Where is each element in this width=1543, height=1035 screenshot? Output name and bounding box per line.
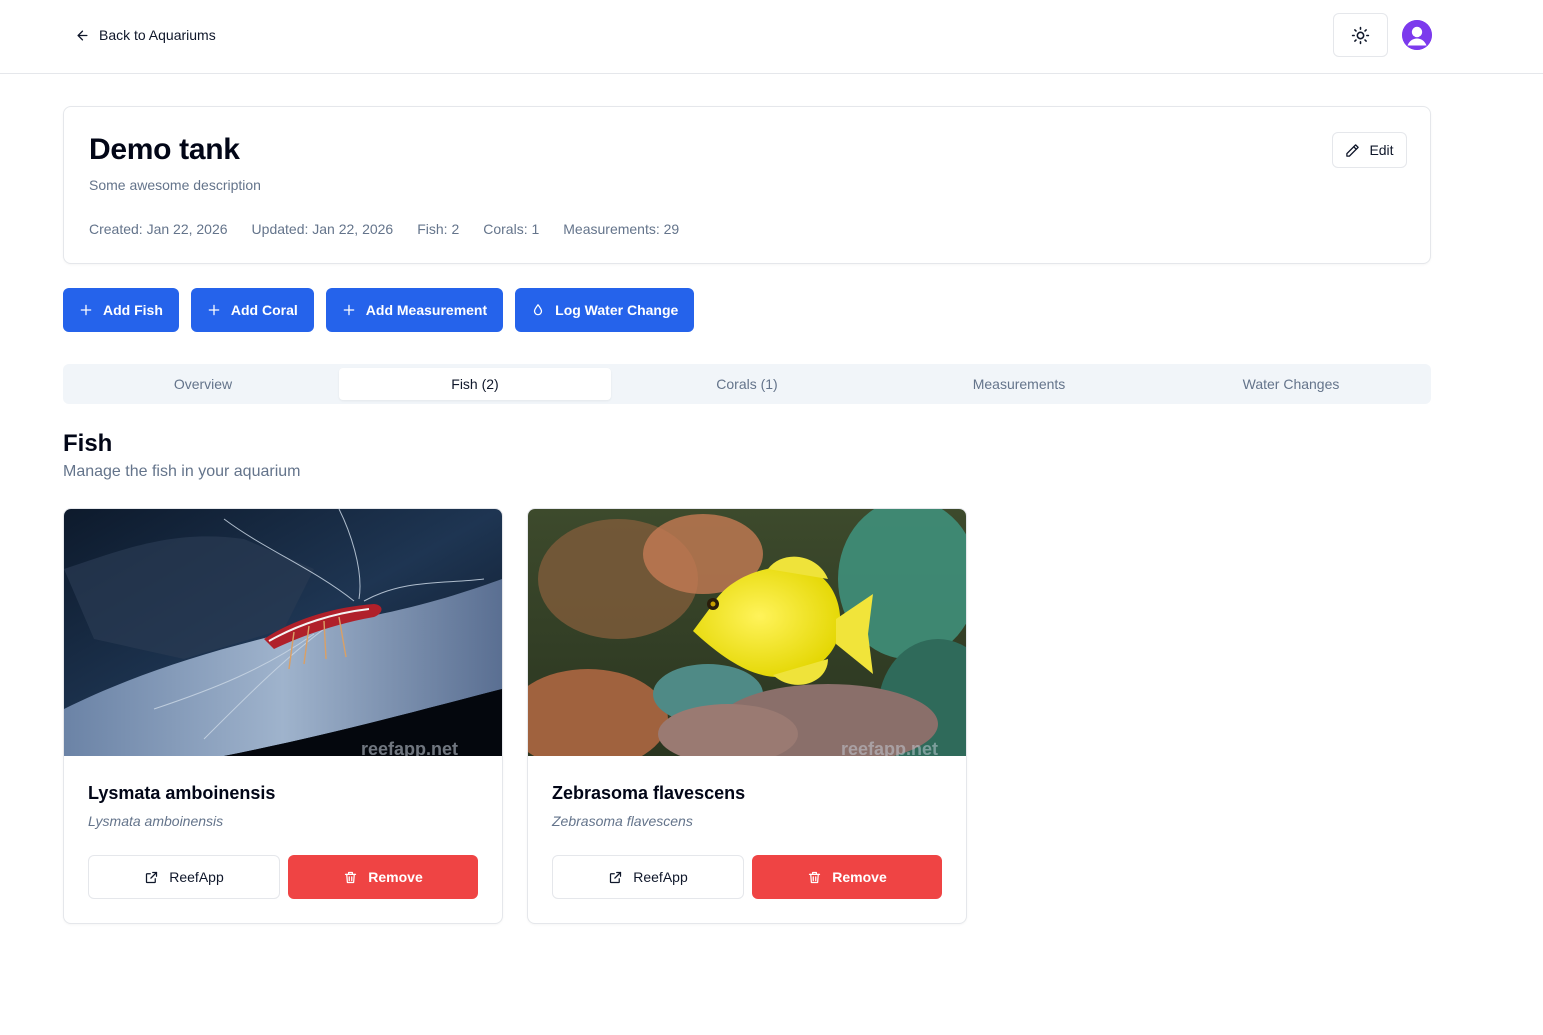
tank-info-card: Demo tank Some awesome description Creat… [63, 106, 1431, 264]
tab-list: Overview Fish (2) Corals (1) Measurement… [63, 364, 1431, 404]
add-coral-label: Add Coral [230, 302, 298, 318]
reefapp-link-button[interactable]: ReefApp [552, 855, 744, 899]
fish-photo: reefapp.net [528, 509, 966, 756]
external-link-icon [610, 871, 622, 883]
created-date: Created: Jan 22, 2026 [89, 221, 228, 237]
remove-fish-button[interactable]: Remove [288, 855, 478, 899]
add-coral-button[interactable]: Add Coral [190, 288, 314, 332]
back-to-aquariums-link[interactable]: Back to Aquariums [75, 24, 216, 46]
droplet-icon [533, 304, 543, 316]
coral-count: Corals: 1 [483, 221, 540, 237]
external-link-icon [146, 871, 158, 883]
user-avatar[interactable] [1402, 20, 1432, 50]
top-bar: Back to Aquariums [0, 0, 1543, 74]
fish-name: Lysmata amboinensis [88, 783, 276, 803]
log-water-change-button[interactable]: Log Water Change [515, 288, 695, 332]
edit-button-label: Edit [1369, 142, 1394, 158]
section-title: Fish [63, 430, 113, 457]
sun-icon [1351, 26, 1370, 44]
fish-card: reefapp.net Lysmata amboinensis Lysmata … [63, 508, 503, 924]
tab-overview[interactable]: Overview [67, 368, 339, 400]
reefapp-label: ReefApp [633, 869, 688, 885]
fish-name: Zebrasoma flavescens [552, 783, 746, 803]
theme-toggle-button[interactable] [1333, 13, 1388, 57]
back-link-label: Back to Aquariums [99, 27, 216, 43]
plus-icon [343, 304, 355, 316]
log-water-change-label: Log Water Change [555, 302, 679, 318]
edit-button[interactable]: Edit [1332, 132, 1407, 168]
trash-icon [809, 871, 821, 883]
fish-photo: reefapp.net [64, 509, 502, 756]
plus-icon [80, 304, 92, 316]
remove-label: Remove [832, 869, 887, 885]
section-subtitle: Manage the fish in your aquarium [63, 463, 301, 480]
photo-watermark: reefapp.net [841, 739, 938, 756]
tank-description: Some awesome description [89, 177, 261, 193]
fish-count: Fish: 2 [417, 221, 460, 237]
pencil-icon [1346, 143, 1360, 157]
page-title: Demo tank [89, 133, 240, 166]
photo-watermark: reefapp.net [361, 739, 458, 756]
tab-water-changes[interactable]: Water Changes [1155, 368, 1427, 400]
add-fish-button[interactable]: Add Fish [63, 288, 179, 332]
fish-card: reefapp.net Zebrasoma flavescens Zebraso… [527, 508, 967, 924]
add-fish-label: Add Fish [103, 302, 163, 318]
add-measurement-button[interactable]: Add Measurement [325, 288, 504, 332]
trash-icon [345, 871, 357, 883]
action-bar: Add Fish Add Coral Add Measurement Log W… [63, 288, 695, 332]
remove-fish-button[interactable]: Remove [752, 855, 942, 899]
tab-corals[interactable]: Corals (1) [611, 368, 883, 400]
fish-scientific-name: Zebrasoma flavescens [552, 813, 693, 829]
reefapp-label: ReefApp [169, 869, 224, 885]
arrow-left-icon [77, 30, 88, 40]
tab-fish[interactable]: Fish (2) [339, 368, 611, 400]
tank-stats: Created: Jan 22, 2026 Updated: Jan 22, 2… [89, 221, 679, 237]
tab-measurements[interactable]: Measurements [883, 368, 1155, 400]
plus-icon [208, 304, 220, 316]
updated-date: Updated: Jan 22, 2026 [251, 221, 394, 237]
measurement-count: Measurements: 29 [563, 221, 680, 237]
user-icon [1402, 20, 1432, 50]
reefapp-link-button[interactable]: ReefApp [88, 855, 280, 899]
add-measurement-label: Add Measurement [365, 302, 488, 318]
remove-label: Remove [368, 869, 423, 885]
fish-scientific-name: Lysmata amboinensis [88, 813, 224, 829]
